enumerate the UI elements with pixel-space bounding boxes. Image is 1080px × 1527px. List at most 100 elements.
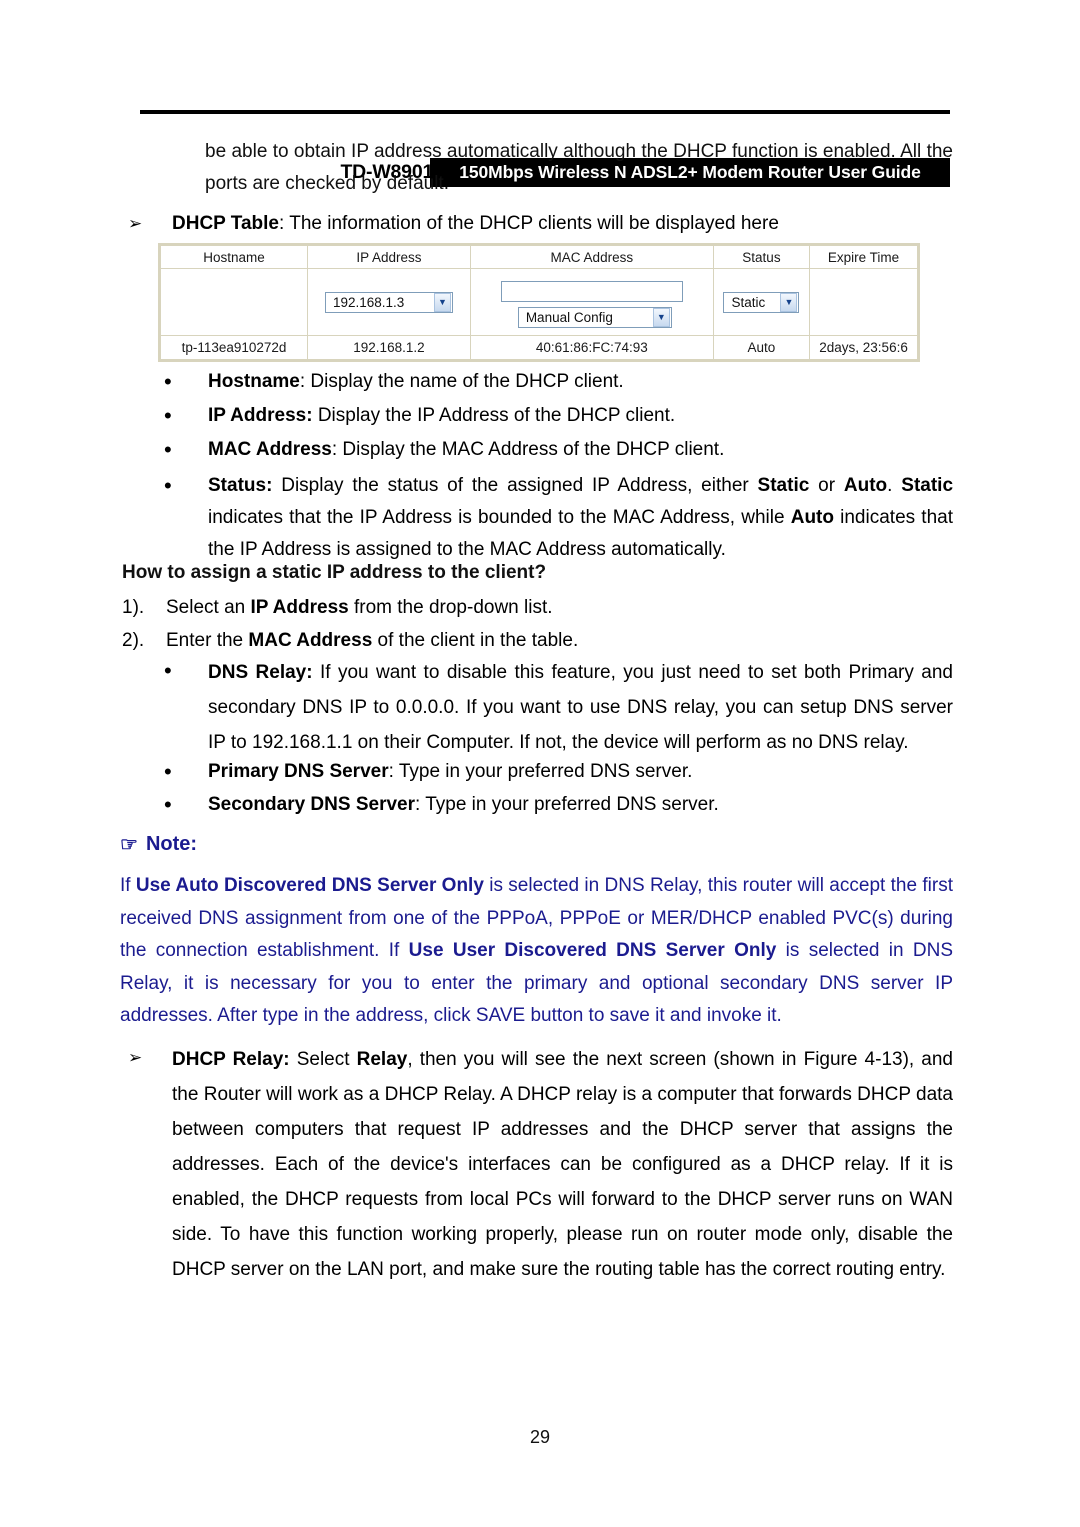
howto-step-1-text: Select an IP Address from the drop-down … bbox=[166, 592, 952, 624]
dhcp-table: Hostname IP Address MAC Address Status E… bbox=[159, 245, 918, 360]
bullet-hostname-desc: : Display the name of the DHCP client. bbox=[299, 371, 624, 392]
bullet-ip-address-desc: Display the IP Address of the DHCP clien… bbox=[312, 405, 676, 426]
step-2-t1: Enter the bbox=[166, 630, 249, 651]
step-2-bold: MAC Address bbox=[248, 630, 373, 651]
bullet-dhcp-relay-bold-relay: Relay bbox=[356, 1049, 408, 1070]
step-1-t2: from the drop-down list. bbox=[348, 597, 553, 618]
bullet-dhcp-relay-t2: , then you will see the next screen (sho… bbox=[172, 1049, 953, 1280]
note-title: Note: bbox=[145, 833, 198, 855]
note-bold-user-discovered: Use User Discovered DNS Server Only bbox=[408, 940, 777, 961]
row-hostname: tp-113ea910272d bbox=[159, 335, 309, 360]
bullet-hostname-text: Hostname: Display the name of the DHCP c… bbox=[208, 366, 953, 398]
howto-step-1: 1). Select an IP Address from the drop-d… bbox=[122, 592, 952, 624]
edit-row-mac-cell: Manual Config ▼ bbox=[469, 268, 714, 336]
arrow-bullet-icon: ➢ bbox=[128, 1048, 143, 1067]
column-header-status: Status bbox=[712, 245, 811, 269]
bullet-ip-address: • IP Address: Display the IP Address of … bbox=[158, 400, 953, 432]
bullet-ip-address-label: IP Address: bbox=[208, 405, 313, 426]
column-header-mac-address: MAC Address bbox=[469, 245, 714, 269]
bullet-mac-address-desc: : Display the MAC Address of the DHCP cl… bbox=[331, 439, 725, 460]
chevron-down-icon[interactable]: ▼ bbox=[652, 307, 670, 327]
mac-config-select[interactable]: Manual Config ▼ bbox=[517, 306, 672, 328]
bullet-dhcp-relay-t1: Select bbox=[289, 1049, 357, 1070]
dhcp-table-screenshot: Hostname IP Address MAC Address Status E… bbox=[158, 243, 920, 362]
mac-address-input[interactable] bbox=[500, 280, 683, 302]
bullet-primary-dns-text: Primary DNS Server: Type in your preferr… bbox=[208, 756, 953, 788]
bullet-status-static-1: Static bbox=[757, 475, 810, 496]
dot-bullet-icon: • bbox=[164, 759, 172, 784]
bullet-dhcp-relay: ➢ DHCP Relay: Select Relay, then you wil… bbox=[128, 1042, 953, 1287]
bullet-primary-dns-desc: : Type in your preferred DNS server. bbox=[388, 761, 693, 782]
bullet-hostname-label: Hostname bbox=[208, 371, 300, 392]
bullet-dns-relay-desc: If you want to disable this feature, you… bbox=[208, 662, 954, 753]
row-mac-address: 40:61:86:FC:74:93 bbox=[469, 335, 714, 360]
bullet-dhcp-relay-label: DHCP Relay: bbox=[172, 1049, 290, 1070]
bullet-hostname: • Hostname: Display the name of the DHCP… bbox=[158, 366, 953, 398]
dot-bullet-icon: • bbox=[164, 369, 172, 394]
chevron-down-icon[interactable]: ▼ bbox=[433, 292, 451, 312]
dot-bullet-icon: • bbox=[164, 437, 172, 462]
howto-heading: How to assign a static IP address to the… bbox=[122, 562, 547, 583]
bullet-status-t1: Display the status of the assigned IP Ad… bbox=[272, 475, 758, 496]
page-number: 29 bbox=[529, 1427, 551, 1447]
status-select-value: Static bbox=[731, 294, 766, 310]
table-row: tp-113ea910272d 192.168.1.2 40:61:86:FC:… bbox=[159, 335, 918, 360]
arrow-bullet-icon: ➢ bbox=[128, 214, 143, 233]
edit-row-ip-cell: 192.168.1.3 ▼ bbox=[307, 268, 471, 336]
step-1-bold: IP Address bbox=[250, 597, 349, 618]
bullet-primary-dns-label: Primary DNS Server bbox=[208, 761, 389, 782]
column-header-expire-time: Expire Time bbox=[809, 245, 918, 269]
note-body: If Use Auto Discovered DNS Server Only i… bbox=[120, 870, 953, 1033]
note-bold-auto-discovered: Use Auto Discovered DNS Server Only bbox=[135, 875, 484, 896]
mac-address-controls: Manual Config ▼ bbox=[471, 277, 713, 328]
bullet-dhcp-table: ➢ DHCP Table: The information of the DHC… bbox=[128, 208, 953, 240]
howto-step-2: 2). Enter the MAC Address of the client … bbox=[122, 625, 952, 657]
bullet-status-t2: or bbox=[809, 475, 844, 496]
howto-step-2-text: Enter the MAC Address of the client in t… bbox=[166, 625, 952, 657]
bullet-dhcp-table-label: DHCP Table bbox=[172, 213, 279, 234]
ip-address-select[interactable]: 192.168.1.3 ▼ bbox=[324, 291, 453, 313]
bullet-dns-relay-label: DNS Relay: bbox=[208, 662, 313, 683]
edit-row-expire-cell bbox=[809, 268, 918, 336]
bullet-status-t4: indicates that the IP Address is bounded… bbox=[208, 507, 791, 528]
intro-paragraph: be able to obtain IP address automatical… bbox=[205, 141, 953, 194]
note-t1: If bbox=[120, 875, 136, 896]
bullet-secondary-dns: • Secondary DNS Server: Type in your pre… bbox=[158, 789, 953, 821]
status-select[interactable]: Static ▼ bbox=[723, 291, 800, 313]
mac-config-select-value: Manual Config bbox=[525, 309, 613, 325]
step-1-t1: Select an bbox=[166, 597, 251, 618]
bullet-status-auto-1: Auto bbox=[843, 475, 888, 496]
step-2-t2: of the client in the table. bbox=[372, 630, 579, 651]
bullet-dhcp-relay-text: DHCP Relay: Select Relay, then you will … bbox=[172, 1042, 953, 1287]
dhcp-table-header-row: Hostname IP Address MAC Address Status E… bbox=[159, 245, 918, 269]
bullet-dhcp-table-text: DHCP Table: The information of the DHCP … bbox=[172, 208, 953, 240]
bullet-status-auto-2: Auto bbox=[790, 507, 834, 528]
bullet-status-label: Status: bbox=[208, 475, 273, 496]
bullet-primary-dns: • Primary DNS Server: Type in your prefe… bbox=[158, 756, 953, 788]
column-header-ip-address: IP Address bbox=[307, 245, 471, 269]
dot-bullet-icon: • bbox=[164, 658, 172, 683]
bullet-mac-address-text: MAC Address: Display the MAC Address of … bbox=[208, 434, 953, 466]
ip-address-select-value: 192.168.1.3 bbox=[332, 294, 405, 310]
bullet-status: • Status: Display the status of the assi… bbox=[158, 470, 953, 566]
step-number-2: 2). bbox=[122, 630, 145, 651]
bullet-dhcp-table-desc: : The information of the DHCP clients wi… bbox=[279, 213, 779, 234]
chevron-down-icon[interactable]: ▼ bbox=[780, 292, 798, 312]
bullet-dns-relay: • DNS Relay: If you want to disable this… bbox=[158, 655, 953, 760]
bullet-mac-address-label: MAC Address bbox=[208, 439, 332, 460]
row-expire-time: 2days, 23:56:6 bbox=[809, 335, 918, 360]
edit-row-hostname-cell bbox=[159, 268, 309, 336]
header-divider-rule bbox=[140, 110, 950, 114]
bullet-status-static-2: Static bbox=[901, 475, 954, 496]
dot-bullet-icon: • bbox=[164, 473, 172, 498]
bullet-secondary-dns-text: Secondary DNS Server: Type in your prefe… bbox=[208, 789, 953, 821]
bullet-secondary-dns-label: Secondary DNS Server bbox=[208, 794, 415, 815]
note-heading: ☞ Note: bbox=[120, 833, 197, 856]
dot-bullet-icon: • bbox=[164, 403, 172, 428]
bullet-status-text: Status: Display the status of the assign… bbox=[208, 470, 953, 566]
bullet-status-t3: . bbox=[887, 475, 902, 496]
dot-bullet-icon: • bbox=[164, 792, 172, 817]
bullet-ip-address-text: IP Address: Display the IP Address of th… bbox=[208, 400, 953, 432]
dhcp-table-edit-row: 192.168.1.3 ▼ Manual Config ▼ Static ▼ bbox=[159, 268, 918, 336]
bullet-secondary-dns-desc: : Type in your preferred DNS server. bbox=[415, 794, 719, 815]
